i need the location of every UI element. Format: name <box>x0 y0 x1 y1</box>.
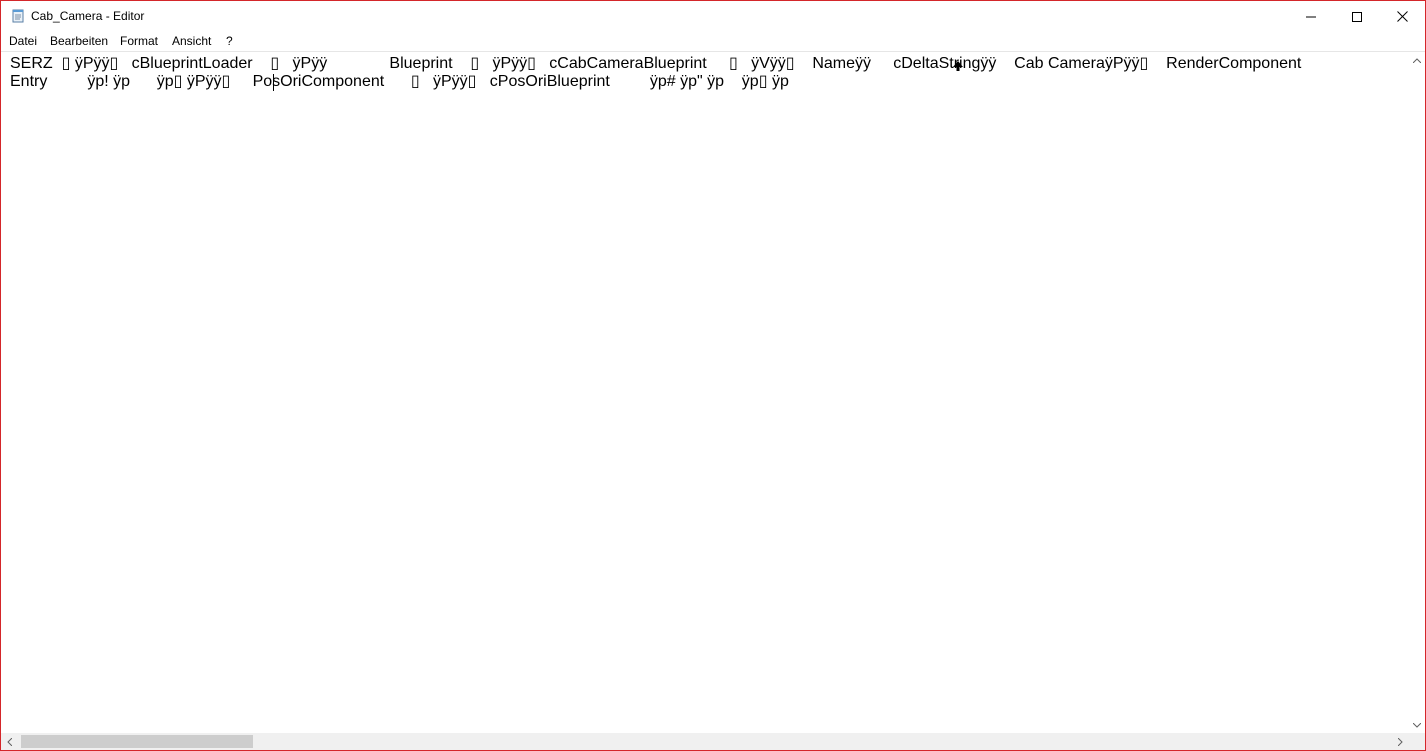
close-button[interactable] <box>1379 1 1425 32</box>
menu-bar: Datei Bearbeiten Format Ansicht ? <box>1 32 1425 51</box>
title-bar[interactable]: Cab_Camera - Editor <box>1 1 1425 32</box>
horizontal-scroll-thumb[interactable] <box>21 735 253 748</box>
scroll-up-button[interactable] <box>1409 52 1425 68</box>
menu-item-help[interactable]: ? <box>226 34 233 49</box>
editor-line: Entry ÿp! ÿp ÿp▯ ÿPÿÿ▯ PosOriComponent ▯… <box>10 73 789 90</box>
minimize-icon <box>1306 16 1316 17</box>
scroll-down-button[interactable] <box>1409 717 1425 733</box>
arrow-right-icon <box>1398 737 1403 746</box>
vertical-scrollbar[interactable] <box>1409 52 1425 733</box>
arrow-left-icon <box>7 737 12 746</box>
text-editor-area[interactable]: SERZ ▯ ÿPÿÿ▯ cBlueprintLoader ▯ ÿPÿÿ Blu… <box>1 52 1409 733</box>
maximize-button[interactable] <box>1334 1 1380 32</box>
menu-item-bearbeiten[interactable]: Bearbeiten <box>50 34 108 49</box>
notepad-window: Cab_Camera - Editor Datei Bearbeiten For… <box>0 0 1426 751</box>
menu-item-ansicht[interactable]: Ansicht <box>172 34 211 49</box>
notepad-icon[interactable] <box>11 9 25 23</box>
maximize-icon <box>1352 11 1362 22</box>
window-title: Cab_Camera - Editor <box>31 9 145 23</box>
scroll-left-button[interactable] <box>1 733 18 750</box>
mouse-cursor-icon <box>953 61 963 71</box>
scrollbar-corner <box>1409 733 1425 750</box>
arrow-up-icon <box>1413 57 1421 63</box>
menu-item-datei[interactable]: Datei <box>9 34 37 49</box>
minimize-button[interactable] <box>1288 1 1334 32</box>
text-caret <box>273 74 274 91</box>
close-icon <box>1396 11 1408 22</box>
editor-line: SERZ ▯ ÿPÿÿ▯ cBlueprintLoader ▯ ÿPÿÿ Blu… <box>10 55 1302 72</box>
menu-item-format[interactable]: Format <box>120 34 158 49</box>
scroll-right-button[interactable] <box>1392 733 1409 750</box>
arrow-down-icon <box>1413 722 1421 728</box>
horizontal-scrollbar[interactable] <box>1 733 1409 750</box>
